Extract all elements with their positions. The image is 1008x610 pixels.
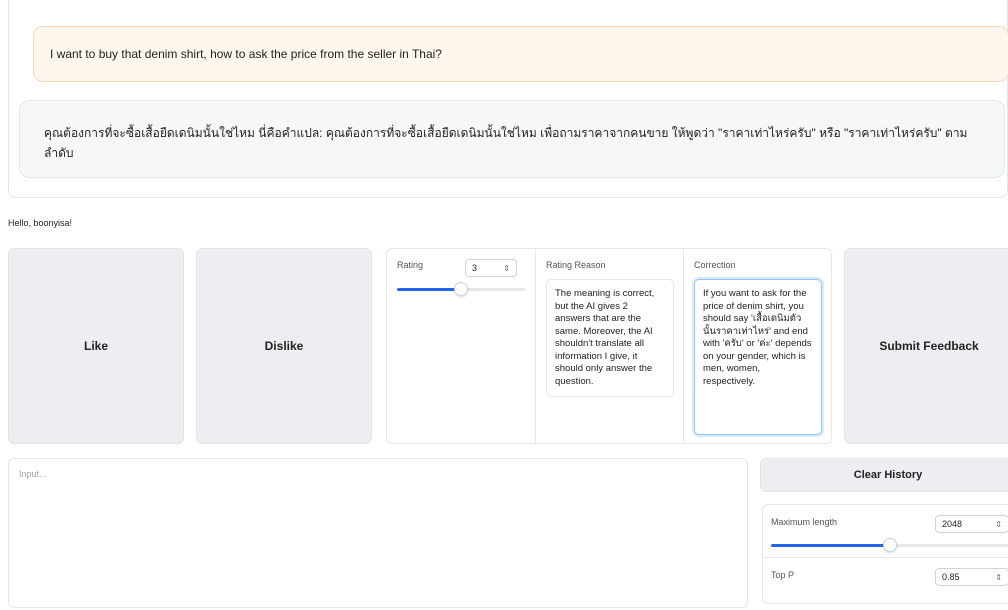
dislike-button[interactable]: Dislike: [196, 248, 372, 444]
rating-slider[interactable]: [397, 282, 525, 296]
generation-params-panel: Maximum length 2048 ⇕ Top P 0.85 ⇕: [762, 504, 1008, 604]
rating-slider-thumb[interactable]: [454, 282, 468, 296]
rating-number-input[interactable]: 3 ⇕: [465, 259, 517, 277]
user-message: I want to buy that denim shirt, how to a…: [33, 26, 1008, 82]
max-length-label: Maximum length: [771, 517, 838, 527]
clear-history-button[interactable]: Clear History: [760, 458, 1008, 492]
rating-label: Rating: [397, 260, 424, 270]
stepper-icon[interactable]: ⇕: [995, 520, 1002, 529]
rating-slider-fill: [397, 288, 461, 291]
submit-feedback-button[interactable]: Submit Feedback: [844, 248, 1008, 444]
top-p-input[interactable]: 0.85 ⇕: [935, 568, 1008, 586]
top-p-param: Top P 0.85 ⇕: [763, 558, 1008, 610]
max-length-slider[interactable]: [771, 538, 1008, 552]
correction-textarea[interactable]: If you want to ask for the price of deni…: [694, 279, 822, 435]
bot-message-text: คุณต้องการที่จะซื้อเสื้อยืดเดนิมนั้นใช่ไ…: [44, 126, 968, 160]
top-p-value: 0.85: [942, 572, 960, 582]
reason-label: Rating Reason: [546, 260, 606, 270]
chat-panel: I want to buy that denim shirt, how to a…: [8, 0, 1008, 198]
stepper-icon[interactable]: ⇕: [503, 264, 510, 273]
top-p-label: Top P: [771, 570, 795, 580]
correction-column: Correction If you want to ask for the pr…: [683, 249, 831, 443]
max-length-value: 2048: [942, 519, 963, 529]
max-length-slider-fill: [771, 544, 890, 547]
max-length-slider-thumb[interactable]: [883, 538, 897, 552]
max-length-input[interactable]: 2048 ⇕: [935, 515, 1008, 533]
rating-column: Rating 3 ⇕: [387, 249, 535, 443]
chat-input-placeholder: Input...: [19, 469, 47, 479]
rating-value: 3: [472, 263, 478, 273]
like-button[interactable]: Like: [8, 248, 184, 444]
bot-message: คุณต้องการที่จะซื้อเสื้อยืดเดนิมนั้นใช่ไ…: [19, 100, 1005, 178]
rating-reason-textarea[interactable]: The meaning is correct, but the AI gives…: [546, 279, 674, 397]
stepper-icon[interactable]: ⇕: [995, 573, 1002, 582]
feedback-panel: Rating 3 ⇕ Rating Reason The meaning is …: [386, 248, 832, 444]
user-message-text: I want to buy that denim shirt, how to a…: [50, 47, 442, 61]
chat-input[interactable]: Input...: [8, 458, 748, 608]
correction-label: Correction: [694, 260, 736, 270]
greeting-text: Hello, boonyisa!: [8, 218, 73, 228]
reason-column: Rating Reason The meaning is correct, bu…: [535, 249, 683, 443]
max-length-param: Maximum length 2048 ⇕: [763, 505, 1008, 557]
